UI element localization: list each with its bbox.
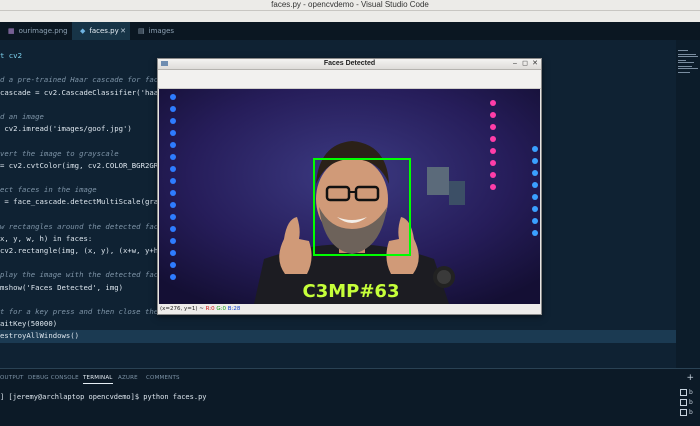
panel-tab-terminal[interactable]: TERMINAL <box>83 375 113 384</box>
window-toolbar <box>158 70 541 89</box>
maximize-icon[interactable]: ◻ <box>521 59 529 69</box>
tab-label: faces.py <box>89 27 119 35</box>
image-file-icon: ▦ <box>8 27 15 35</box>
tab-images[interactable]: ▤ images <box>130 22 186 40</box>
status-coords: (x=276, y=1) ~ <box>160 306 206 312</box>
window-titlebar[interactable]: Faces Detected – ◻ ✕ <box>158 59 541 70</box>
detected-image: C3MP#63 <box>159 89 540 304</box>
terminal-list: b b b <box>680 388 700 418</box>
code-line-current: estroyAllWindows() <box>0 330 676 343</box>
terminal-icon <box>680 389 687 396</box>
tab-label: images <box>148 27 175 35</box>
status-g: G:0 <box>216 306 227 312</box>
tab-faces-py[interactable]: ◆ faces.py ✕ <box>72 22 130 40</box>
photo-illustration: C3MP#63 <box>159 89 540 304</box>
tab-label: ourimage.png <box>18 27 68 35</box>
terminal-icon <box>680 399 687 406</box>
status-r: R:0 <box>205 306 215 312</box>
folder-icon: ▤ <box>138 27 145 35</box>
os-titlebar-spacer <box>0 11 700 22</box>
faces-detected-window[interactable]: Faces Detected – ◻ ✕ C3MP#63 (x=276, y=1… <box>157 58 542 315</box>
close-icon[interactable]: ✕ <box>120 22 126 40</box>
code-line: aitKey(50000) <box>0 319 58 329</box>
window-title: faces.py - opencvdemo - Visual Studio Co… <box>271 0 429 9</box>
close-icon[interactable]: ✕ <box>531 59 539 69</box>
panel-tab-debug-console[interactable]: DEBUG CONSOLE <box>28 375 79 381</box>
minimize-icon[interactable]: – <box>511 59 519 69</box>
status-b: B:28 <box>227 306 241 312</box>
terminal-list-item[interactable]: b <box>680 388 700 398</box>
terminal-icon <box>680 409 687 416</box>
tab-ourimage[interactable]: ▦ ourimage.png <box>0 22 72 40</box>
window-title: Faces Detected <box>323 60 376 67</box>
bottom-panel: OUTPUT DEBUG CONSOLE TERMINAL AZURE COMM… <box>0 368 700 426</box>
minimap[interactable] <box>676 40 700 368</box>
terminal-output[interactable]: ] [jeremy@archlaptop opencvdemo]$ python… <box>0 393 207 401</box>
panel-tab-output[interactable]: OUTPUT <box>0 375 24 381</box>
python-file-icon: ◆ <box>80 27 86 35</box>
add-terminal-icon[interactable]: + <box>686 373 694 383</box>
editor-tab-bar: ▦ ourimage.png ◆ faces.py ✕ ▤ images <box>0 22 700 58</box>
window-statusbar: (x=276, y=1) ~ R:0 G:0 B:28 <box>158 304 541 314</box>
terminal-list-item[interactable]: b <box>680 398 700 408</box>
terminal-list-item[interactable]: b <box>680 408 700 418</box>
panel-tab-comments[interactable]: COMMENTS <box>146 375 180 381</box>
shirt-logo: C3MP#63 <box>303 281 400 302</box>
os-titlebar: faces.py - opencvdemo - Visual Studio Co… <box>0 0 700 11</box>
panel-tab-azure[interactable]: AZURE <box>118 375 138 381</box>
